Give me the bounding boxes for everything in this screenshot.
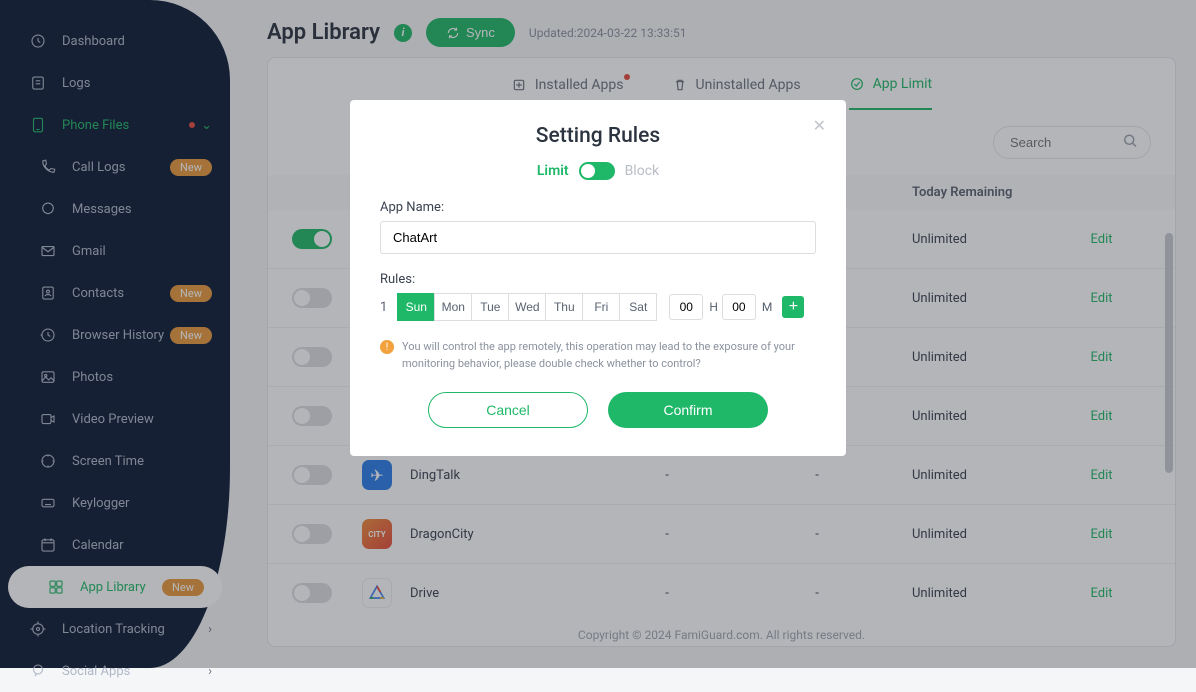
mode-block-label: Block (625, 163, 660, 179)
mode-toggle[interactable] (579, 162, 615, 180)
app-name-label: App Name: (380, 200, 816, 215)
hour-input[interactable] (669, 294, 703, 320)
minute-input[interactable] (722, 294, 756, 320)
cancel-button[interactable]: Cancel (428, 392, 588, 428)
confirm-button[interactable]: Confirm (608, 392, 768, 428)
modal-overlay: ✕ Setting Rules Limit Block App Name: Ru… (0, 0, 1196, 668)
day-wed[interactable]: Wed (508, 293, 546, 321)
mode-selector: Limit Block (380, 162, 816, 180)
rule-row: 1 Sun Mon Tue Wed Thu Fri Sat H M + (380, 293, 816, 321)
mode-limit-label: Limit (537, 163, 569, 179)
hour-unit: H (709, 300, 718, 314)
warning-message: ! You will control the app remotely, thi… (380, 339, 816, 372)
modal-buttons: Cancel Confirm (380, 392, 816, 428)
setting-rules-modal: ✕ Setting Rules Limit Block App Name: Ru… (350, 100, 846, 456)
day-thu[interactable]: Thu (545, 293, 583, 321)
day-tue[interactable]: Tue (471, 293, 509, 321)
close-button[interactable]: ✕ (813, 116, 826, 136)
day-sat[interactable]: Sat (619, 293, 657, 321)
warning-text: You will control the app remotely, this … (402, 339, 816, 372)
warning-icon: ! (380, 340, 394, 354)
minute-unit: M (762, 300, 772, 314)
day-mon[interactable]: Mon (434, 293, 472, 321)
modal-title: Setting Rules (380, 124, 816, 148)
rule-number: 1 (380, 300, 387, 315)
day-sun[interactable]: Sun (397, 293, 435, 321)
day-fri[interactable]: Fri (582, 293, 620, 321)
app-name-input[interactable] (380, 221, 816, 254)
rules-label: Rules: (380, 272, 816, 287)
add-rule-button[interactable]: + (782, 296, 804, 318)
